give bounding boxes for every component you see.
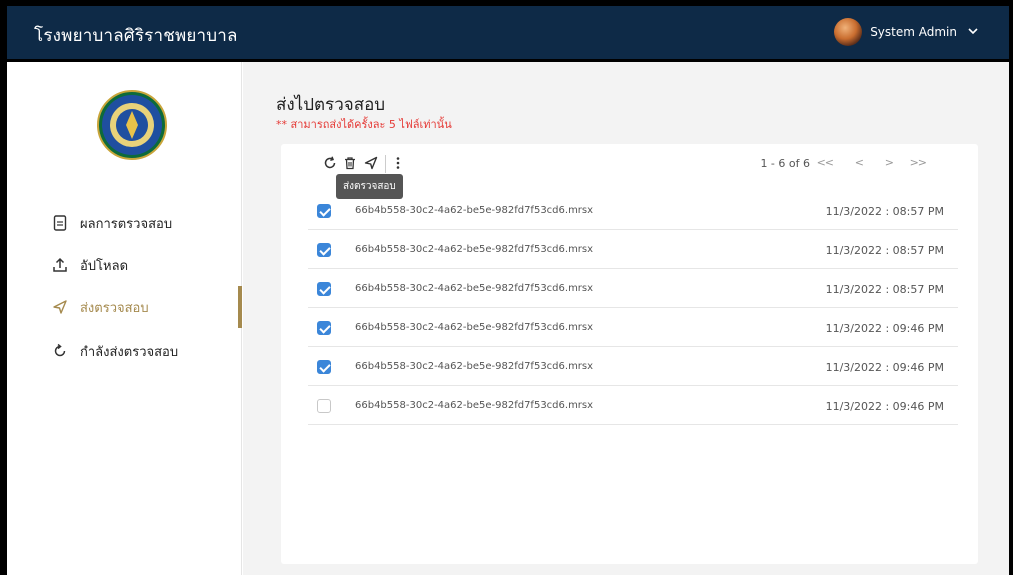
row-checkbox[interactable] (317, 399, 331, 413)
more-vertical-icon[interactable] (395, 156, 401, 174)
app-window: โรงพยาบาลศิริราชพยาบาล System Admin ผลกา… (0, 0, 1013, 575)
sidebar-item-upload[interactable]: อัปโหลด (7, 244, 242, 286)
sidebar: ผลการตรวจสอบ อัปโหลด ส่งตรวจสอบ กำลังส่ง… (7, 62, 242, 575)
file-name: 66b4b558-30c2-4a62-be5e-982fd7f53cd6.mrs… (355, 205, 594, 216)
hospital-logo (96, 89, 168, 161)
table-row[interactable]: 66b4b558-30c2-4a62-be5e-982fd7f53cd6.mrs… (308, 269, 958, 308)
upload-icon (52, 257, 68, 273)
table-row[interactable]: 66b4b558-30c2-4a62-be5e-982fd7f53cd6.mrs… (308, 347, 958, 386)
sidebar-item-label: อัปโหลด (80, 258, 129, 274)
send-icon (52, 299, 68, 315)
file-date: 11/3/2022 : 08:57 PM (825, 205, 944, 218)
table-row[interactable]: 66b4b558-30c2-4a62-be5e-982fd7f53cd6.mrs… (308, 386, 958, 425)
sidebar-item-sending[interactable]: กำลังส่งตรวจสอบ (7, 330, 242, 372)
file-name: 66b4b558-30c2-4a62-be5e-982fd7f53cd6.mrs… (355, 244, 594, 255)
main-content: ส่งไปตรวจสอบ ** สามารถส่งได้ครั้งละ 5 ไฟ… (243, 62, 1009, 575)
sidebar-item-results[interactable]: ผลการตรวจสอบ (7, 202, 242, 244)
row-checkbox[interactable] (317, 243, 331, 257)
sidebar-item-label: กำลังส่งตรวจสอบ (80, 344, 179, 360)
user-name[interactable]: System Admin (870, 25, 957, 39)
row-checkbox[interactable] (317, 321, 331, 335)
row-checkbox[interactable] (317, 204, 331, 218)
file-date: 11/3/2022 : 08:57 PM (825, 244, 944, 257)
row-checkbox[interactable] (317, 360, 331, 374)
toolbar-divider (385, 155, 386, 173)
trash-icon[interactable] (343, 156, 357, 174)
top-bar: โรงพยาบาลศิริราชพยาบาล System Admin (7, 6, 1009, 62)
table-row[interactable]: 66b4b558-30c2-4a62-be5e-982fd7f53cd6.mrs… (308, 308, 958, 347)
pager-prev-button[interactable]: < (855, 156, 864, 169)
page-note: ** สามารถส่งได้ครั้งละ 5 ไฟล์เท่านั้น (276, 118, 452, 131)
sidebar-item-label: ผลการตรวจสอบ (80, 216, 173, 232)
avatar[interactable] (834, 18, 863, 46)
document-icon (52, 215, 68, 231)
send-tooltip: ส่งตรวจสอบ (336, 174, 403, 199)
refresh-icon[interactable] (323, 156, 337, 174)
file-name: 66b4b558-30c2-4a62-be5e-982fd7f53cd6.mrs… (355, 283, 594, 294)
file-name: 66b4b558-30c2-4a62-be5e-982fd7f53cd6.mrs… (355, 361, 594, 372)
pager-last-button[interactable]: >> (910, 156, 927, 169)
pager-range: 1 - 6 of 6 (760, 157, 810, 170)
pager-first-button[interactable]: << (817, 156, 834, 169)
file-name: 66b4b558-30c2-4a62-be5e-982fd7f53cd6.mrs… (355, 400, 594, 411)
user-menu[interactable]: System Admin (834, 18, 979, 46)
sidebar-item-send[interactable]: ส่งตรวจสอบ (7, 286, 242, 328)
file-date: 11/3/2022 : 09:46 PM (825, 322, 944, 335)
file-list-card: ส่งตรวจสอบ 1 - 6 of 6 << < > >> 66b4b558… (281, 144, 978, 564)
row-checkbox[interactable] (317, 282, 331, 296)
app-title: โรงพยาบาลศิริราชพยาบาล (34, 26, 238, 46)
send-icon[interactable] (364, 156, 378, 174)
refresh-icon (52, 343, 68, 359)
sidebar-item-label: ส่งตรวจสอบ (80, 300, 149, 316)
page-title: ส่งไปตรวจสอบ (276, 95, 386, 115)
file-name: 66b4b558-30c2-4a62-be5e-982fd7f53cd6.mrs… (355, 322, 594, 333)
pager-next-button[interactable]: > (885, 156, 894, 169)
file-date: 11/3/2022 : 09:46 PM (825, 361, 944, 374)
table-row[interactable]: 66b4b558-30c2-4a62-be5e-982fd7f53cd6.mrs… (308, 230, 958, 269)
file-date: 11/3/2022 : 08:57 PM (825, 283, 944, 296)
chevron-down-icon[interactable] (967, 25, 979, 40)
file-date: 11/3/2022 : 09:46 PM (825, 400, 944, 413)
table-row[interactable]: 66b4b558-30c2-4a62-be5e-982fd7f53cd6.mrs… (308, 191, 958, 230)
